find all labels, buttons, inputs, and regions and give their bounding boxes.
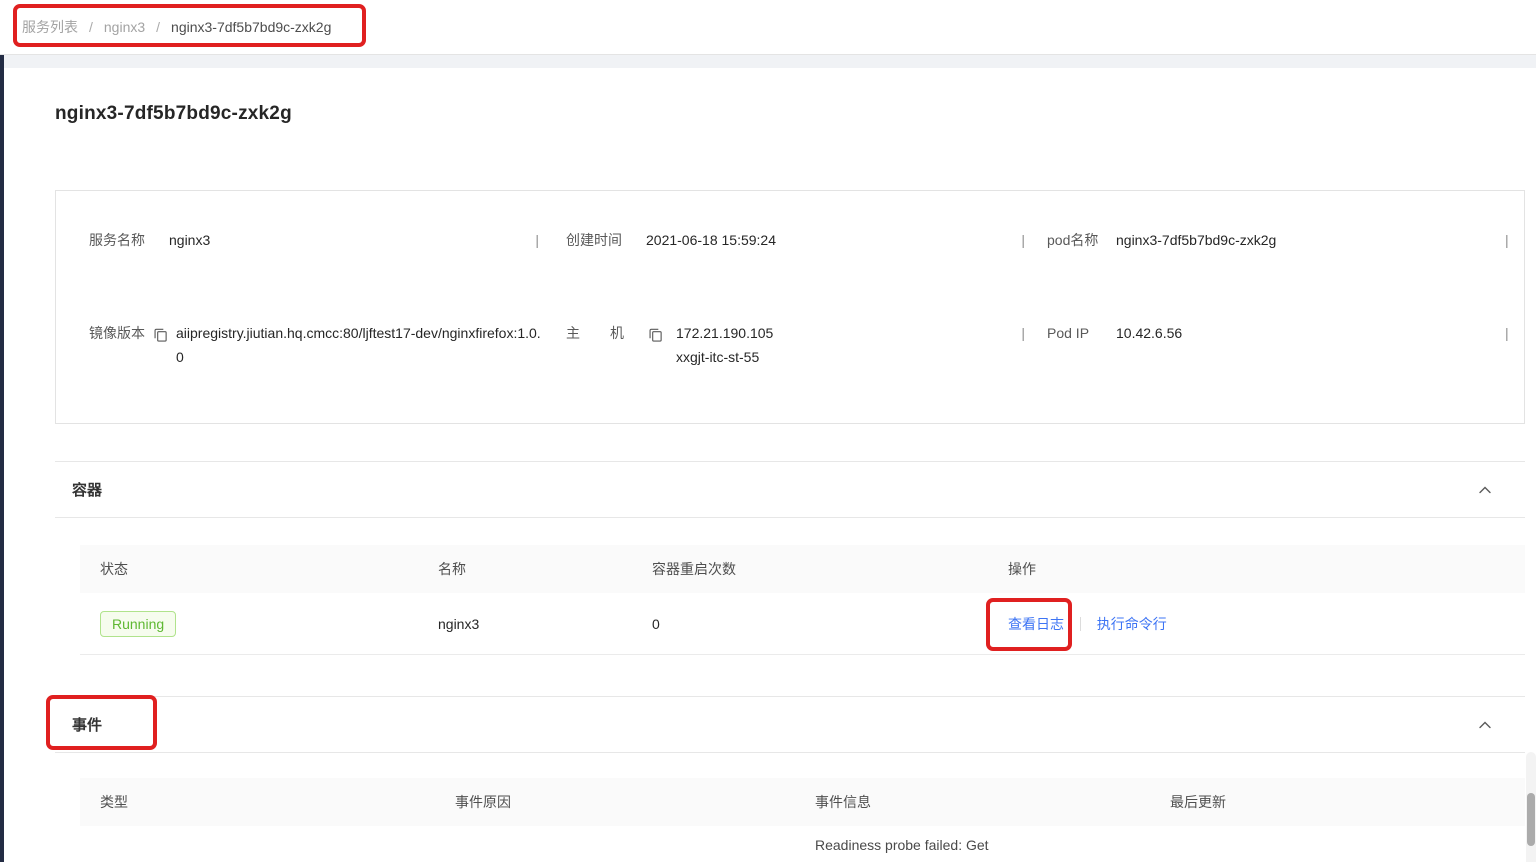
service-name-value: nginx3 (169, 232, 211, 248)
breadcrumb-item-pod-name: nginx3-7df5b7bd9c-zxk2g (171, 19, 332, 35)
field-image-version: 镜像版本 aiipregistry.jiutian.hq.cmcc:80/ljf… (56, 321, 541, 369)
service-name-label: 服务名称 (89, 232, 145, 248)
create-time-value: 2021-06-18 15:59:24 (646, 232, 776, 248)
breadcrumb-separator: / (89, 19, 93, 35)
pod-info-card: 服务名称 nginx3 | 创建时间 2021-06-18 15:59:24 |… (55, 190, 1525, 424)
field-service-name: 服务名称 nginx3 | (56, 228, 541, 252)
event-last-update-cell (1150, 826, 1525, 837)
col-header-reason: 事件原因 (455, 794, 511, 810)
host-label: 主机 (566, 325, 624, 341)
col-header-last-update: 最后更新 (1170, 794, 1226, 810)
breadcrumb: 服务列表 / nginx3 / nginx3-7df5b7bd9c-zxk2g (22, 0, 331, 54)
collapsed-sidebar-strip (0, 55, 4, 862)
scrollbar-thumb[interactable] (1527, 793, 1535, 846)
event-message-cell: Readiness probe failed: Get (815, 837, 989, 853)
exec-command-link[interactable]: 执行命令行 (1097, 616, 1167, 632)
events-section-header: 事件 (55, 696, 1525, 753)
container-status-cell: Running (80, 610, 418, 637)
content-top-gap (4, 55, 1536, 68)
field-pod-name: pod名称 nginx3-7df5b7bd9c-zxk2g (1027, 228, 1493, 252)
pod-name-label: pod名称 (1047, 232, 1099, 248)
pod-detail-screen: 服务列表 / nginx3 / nginx3-7df5b7bd9c-zxk2g … (0, 0, 1536, 862)
create-time-label: 创建时间 (566, 232, 622, 248)
field-pod-ip: Pod IP 10.42.6.56 (1027, 321, 1493, 345)
breadcrumb-separator: / (156, 19, 161, 35)
field-host: 主机 172.21.190.105 xxgjt-itc-st-55 | (541, 321, 1027, 369)
chevron-up-icon[interactable] (1477, 717, 1493, 733)
col-header-status: 状态 (100, 561, 128, 577)
event-type-cell (80, 826, 435, 837)
container-row: Running nginx3 0 查看日志 执行命令行 (80, 593, 1525, 655)
field-divider: | (535, 232, 539, 248)
field-divider: | (1505, 325, 1509, 341)
pod-ip-label: Pod IP (1047, 325, 1090, 341)
copy-icon[interactable] (648, 325, 663, 342)
host-value: 172.21.190.105 xxgjt-itc-st-55 (676, 321, 773, 369)
events-table-header: 类型 事件原因 事件信息 最后更新 (80, 778, 1525, 826)
pod-name-value: nginx3-7df5b7bd9c-zxk2g (1116, 232, 1277, 248)
info-row-2: 镜像版本 aiipregistry.jiutian.hq.cmcc:80/ljf… (56, 321, 1524, 369)
containers-table-header: 状态 名称 容器重启次数 操作 (80, 545, 1525, 593)
events-table: 类型 事件原因 事件信息 最后更新 Readiness probe failed… (80, 778, 1525, 862)
info-row-1: 服务名称 nginx3 | 创建时间 2021-06-18 15:59:24 |… (56, 228, 1524, 252)
container-restart-count-cell: 0 (652, 615, 660, 632)
containers-table: 状态 名称 容器重启次数 操作 Running nginx3 0 查看日志 执行… (80, 545, 1525, 655)
image-version-label: 镜像版本 (89, 325, 145, 341)
field-divider: | (1021, 325, 1025, 341)
col-header-restart-count: 容器重启次数 (652, 561, 736, 577)
action-divider (1079, 616, 1081, 631)
copy-icon[interactable] (153, 325, 168, 342)
events-section-title: 事件 (72, 717, 103, 734)
field-divider: | (1021, 232, 1025, 248)
host-ip: 172.21.190.105 (676, 325, 774, 341)
container-actions-cell: 查看日志 执行命令行 (988, 614, 1525, 634)
col-header-actions: 操作 (1008, 561, 1036, 577)
event-row: Readiness probe failed: Get (80, 826, 1525, 862)
page-title: nginx3-7df5b7bd9c-zxk2g (55, 103, 292, 124)
breadcrumb-item-nginx3[interactable]: nginx3 (104, 19, 145, 35)
chevron-up-icon[interactable] (1477, 482, 1493, 498)
event-reason-cell (435, 826, 795, 837)
containers-section-title: 容器 (72, 482, 103, 499)
col-header-type: 类型 (100, 794, 128, 810)
host-hostname: xxgjt-itc-st-55 (676, 349, 760, 365)
col-header-name: 名称 (438, 561, 466, 577)
containers-section-header: 容器 (55, 461, 1525, 518)
col-header-message: 事件信息 (815, 794, 871, 810)
view-logs-link[interactable]: 查看日志 (1008, 616, 1064, 632)
topbar: 服务列表 / nginx3 / nginx3-7df5b7bd9c-zxk2g (0, 0, 1536, 55)
breadcrumb-item-service-list[interactable]: 服务列表 (22, 17, 78, 37)
pod-ip-value: 10.42.6.56 (1116, 325, 1183, 341)
status-badge: Running (100, 610, 177, 637)
container-name-cell: nginx3 (438, 615, 480, 632)
field-divider: | (1505, 232, 1509, 248)
field-create-time: 创建时间 2021-06-18 15:59:24 | (541, 228, 1027, 252)
image-version-value: aiipregistry.jiutian.hq.cmcc:80/ljftest1… (176, 325, 541, 365)
